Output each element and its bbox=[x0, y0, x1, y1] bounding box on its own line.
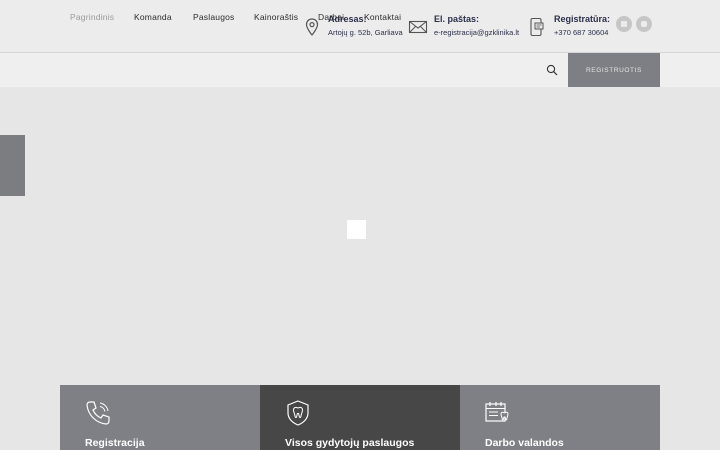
nav-item-kontaktai[interactable]: Kontaktai bbox=[364, 12, 401, 22]
register-button[interactable]: REGISTRUOTIS bbox=[568, 53, 660, 87]
loading-spinner bbox=[347, 220, 366, 239]
tooth-shield-icon bbox=[287, 400, 309, 426]
envelope-icon bbox=[408, 20, 428, 34]
nav-item-darbai[interactable]: Darbai bbox=[318, 12, 344, 22]
card-title: Darbo valandos bbox=[485, 437, 564, 449]
registration-label: Registratūra: bbox=[554, 14, 611, 24]
email-value[interactable]: e-registracija@gzklinika.lt bbox=[434, 28, 519, 38]
nav-item-kainorastis[interactable]: Kainoraštis bbox=[254, 12, 298, 22]
email-info: El. paštas: e-registracija@gzklinika.lt bbox=[408, 14, 519, 38]
card-title: Visos gydytojų paslaugos bbox=[285, 437, 415, 449]
card-title: Registracija bbox=[85, 437, 145, 449]
search-icon[interactable] bbox=[546, 64, 558, 76]
card-darbo-valandos[interactable]: Darbo valandos bbox=[460, 385, 660, 450]
nav-item-komanda[interactable]: Komanda bbox=[134, 12, 172, 22]
calendar-tooth-icon bbox=[485, 402, 509, 422]
address-value: Artojų g. 52b, Garliava bbox=[328, 28, 403, 37]
email-label: El. paštas: bbox=[434, 14, 480, 24]
registration-info: Registratūra: +370 687 30604 bbox=[528, 14, 610, 38]
nav-item-pagrindinis[interactable]: Pagrindinis bbox=[70, 12, 114, 22]
nav-item-paslaugos[interactable]: Paslaugos bbox=[193, 12, 235, 22]
registration-phone[interactable]: +370 687 30604 bbox=[554, 28, 610, 38]
card-visos-paslaugos[interactable]: Visos gydytojų paslaugos bbox=[260, 385, 460, 450]
side-tab[interactable] bbox=[0, 135, 25, 196]
instagram-icon[interactable] bbox=[636, 16, 652, 32]
facebook-icon[interactable] bbox=[616, 16, 632, 32]
card-registracija[interactable]: Registracija bbox=[60, 385, 260, 450]
phone-card-icon bbox=[530, 17, 544, 37]
phone-icon bbox=[86, 401, 110, 425]
